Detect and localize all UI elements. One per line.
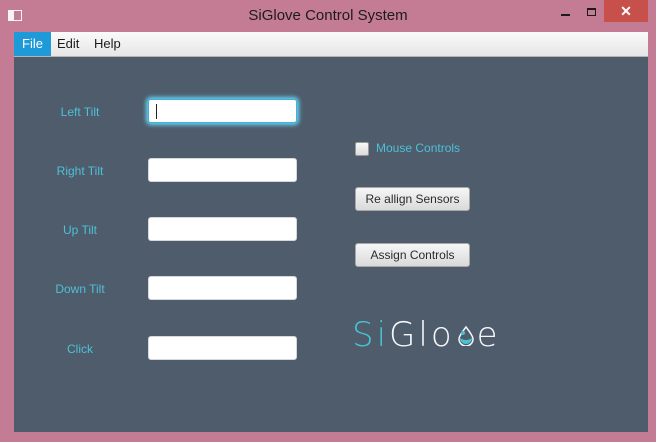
maximize-button[interactable]: [578, 0, 604, 22]
left-tilt-label: Left Tilt: [60, 105, 100, 119]
mouse-controls-checkbox[interactable]: [355, 142, 369, 156]
right-tilt-input[interactable]: [148, 158, 297, 182]
title-bar[interactable]: SiGlove Control System ✕: [0, 0, 656, 32]
menu-edit[interactable]: Edit: [49, 32, 87, 56]
mouse-controls-label[interactable]: Mouse Controls: [376, 141, 460, 155]
app-window: SiGlove Control System ✕ File Edit Help …: [0, 0, 656, 442]
realign-sensors-button[interactable]: Re allign Sensors: [355, 187, 470, 211]
close-button[interactable]: ✕: [604, 0, 648, 22]
menu-file[interactable]: File: [14, 32, 51, 56]
menu-bar: File Edit Help: [14, 32, 648, 57]
down-tilt-label: Down Tilt: [55, 282, 105, 296]
main-panel: Left Tilt Right Tilt Up Tilt Down Tilt C…: [14, 57, 648, 432]
maximize-icon: [586, 8, 596, 17]
right-tilt-label: Right Tilt: [56, 164, 104, 178]
minimize-icon: [560, 14, 570, 17]
logo-glo-text: Glo: [389, 315, 455, 355]
up-tilt-label: Up Tilt: [62, 223, 97, 237]
assign-controls-button[interactable]: Assign Controls: [355, 243, 470, 267]
menu-help[interactable]: Help: [86, 32, 129, 56]
up-tilt-input[interactable]: [148, 217, 297, 241]
logo-e-text: e: [476, 315, 501, 355]
logo-si-text: Si: [352, 315, 390, 355]
text-caret: [156, 104, 157, 119]
water-drop-icon: [455, 315, 477, 347]
close-icon: ✕: [620, 3, 632, 19]
left-tilt-input[interactable]: [148, 99, 297, 123]
down-tilt-input[interactable]: [148, 276, 297, 300]
siglove-logo: SiGlo e: [352, 315, 501, 355]
click-input[interactable]: [148, 336, 297, 360]
click-label: Click: [67, 342, 93, 356]
minimize-button[interactable]: [552, 0, 578, 22]
